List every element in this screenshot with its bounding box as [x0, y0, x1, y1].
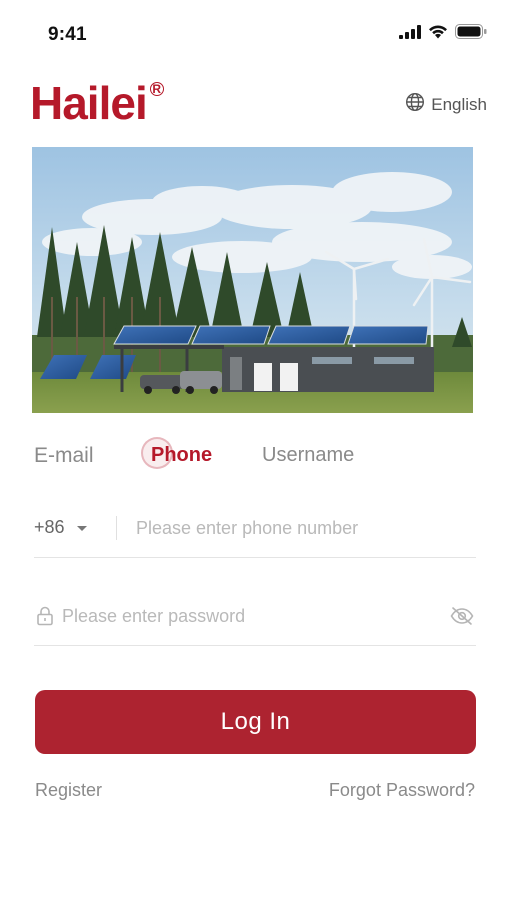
status-bar: 9:41: [0, 0, 507, 60]
login-button[interactable]: Log In: [35, 690, 476, 754]
register-link[interactable]: Register: [35, 780, 102, 801]
tab-email[interactable]: E-mail: [34, 444, 94, 468]
status-time: 9:41: [48, 24, 87, 45]
logo-text: Hailei: [30, 77, 148, 129]
eye-off-icon[interactable]: [450, 606, 474, 631]
language-label: English: [431, 94, 487, 114]
registered-mark: R: [149, 82, 164, 96]
password-input[interactable]: [62, 600, 432, 632]
signal-icon: [399, 24, 421, 44]
divider: [116, 516, 117, 540]
lock-icon: [36, 606, 54, 631]
login-method-tabs: E-mail Phone Username: [34, 437, 474, 476]
auth-links: Register Forgot Password?: [35, 780, 475, 804]
phone-input[interactable]: [136, 512, 466, 544]
status-icons: [399, 24, 487, 44]
brand-logo: Hailei R: [30, 80, 164, 126]
header: Hailei R English: [0, 78, 507, 128]
country-code-label: +86: [34, 517, 65, 537]
tab-username[interactable]: Username: [262, 444, 354, 467]
chevron-down-icon: [76, 526, 87, 531]
tab-phone[interactable]: Phone: [151, 444, 212, 467]
battery-icon: [455, 24, 487, 44]
password-field-row: [34, 594, 476, 646]
globe-icon: [405, 92, 425, 117]
hero-image: [32, 147, 473, 413]
country-code-selector[interactable]: +86: [34, 517, 87, 538]
phone-field-row: +86: [34, 506, 476, 558]
language-switch[interactable]: English: [405, 92, 487, 117]
wifi-icon: [428, 24, 448, 44]
forgot-password-link[interactable]: Forgot Password?: [329, 780, 475, 801]
